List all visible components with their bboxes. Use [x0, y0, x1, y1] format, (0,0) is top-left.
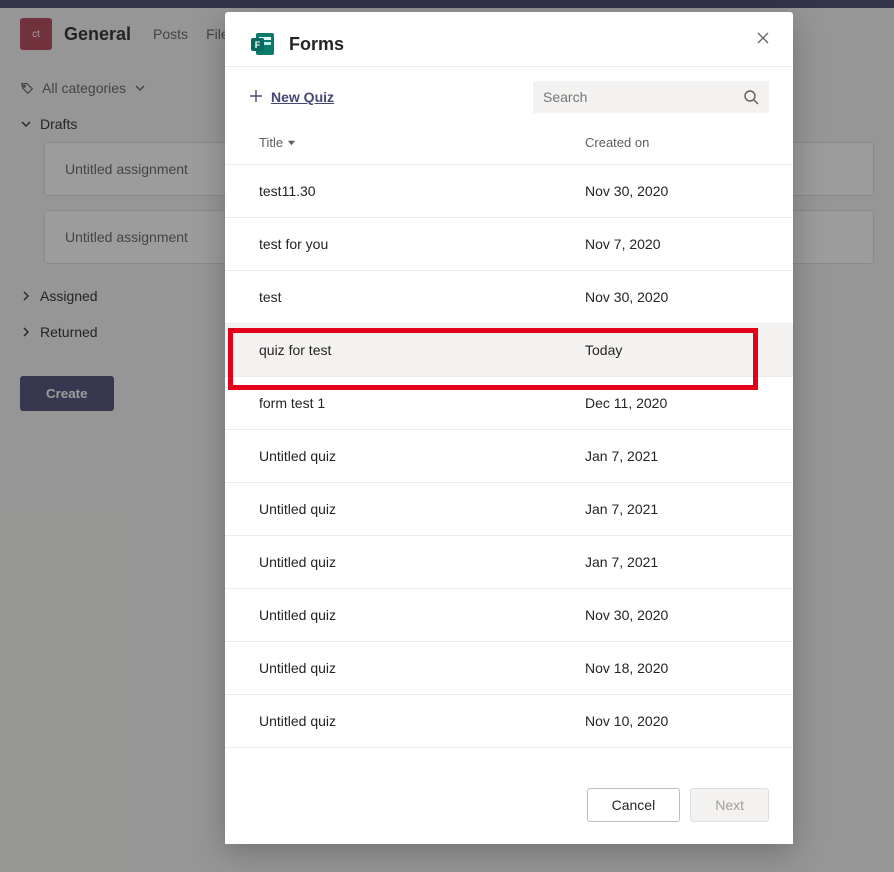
- column-header-title[interactable]: Title: [259, 135, 585, 150]
- modal-header: F Forms: [225, 12, 793, 67]
- cancel-button[interactable]: Cancel: [587, 788, 681, 822]
- form-row[interactable]: Untitled quizNov 30, 2020: [225, 589, 793, 642]
- form-row-title: Untitled quiz: [259, 660, 585, 676]
- form-row[interactable]: test for youNov 7, 2020: [225, 218, 793, 271]
- form-row-title: test for you: [259, 236, 585, 252]
- form-row-created: Nov 7, 2020: [585, 236, 661, 252]
- modal-toolbar: New Quiz: [225, 67, 793, 121]
- form-row-created: Nov 30, 2020: [585, 183, 668, 199]
- form-row-created: Nov 30, 2020: [585, 607, 668, 623]
- form-row-created: Jan 7, 2021: [585, 554, 658, 570]
- new-quiz-link[interactable]: New Quiz: [249, 89, 334, 106]
- form-row-title: Untitled quiz: [259, 448, 585, 464]
- forms-icon: F: [249, 30, 277, 58]
- form-row[interactable]: Untitled quizNov 18, 2020: [225, 642, 793, 695]
- form-row-created: Dec 11, 2020: [585, 395, 667, 411]
- form-row-title: Untitled quiz: [259, 501, 585, 517]
- sort-desc-icon: [287, 135, 296, 150]
- modal-footer: Cancel Next: [225, 774, 793, 844]
- search-icon: [743, 89, 759, 105]
- forms-list[interactable]: test11.30Nov 30, 2020test for youNov 7, …: [225, 165, 793, 774]
- form-row-title: form test 1: [259, 395, 585, 411]
- form-row[interactable]: Untitled quizJan 7, 2021: [225, 483, 793, 536]
- new-quiz-label: New Quiz: [271, 89, 334, 105]
- search-input[interactable]: [533, 81, 769, 113]
- form-row[interactable]: quiz for testToday: [225, 324, 793, 377]
- next-button[interactable]: Next: [690, 788, 769, 822]
- modal-title: Forms: [289, 34, 344, 55]
- svg-text:F: F: [255, 40, 261, 50]
- form-row[interactable]: Untitled quizJan 7, 2021: [225, 430, 793, 483]
- plus-icon: [249, 89, 263, 106]
- form-row-title: quiz for test: [259, 342, 585, 358]
- form-row-created: Nov 10, 2020: [585, 713, 668, 729]
- form-row-title: Untitled quiz: [259, 554, 585, 570]
- column-title-label: Title: [259, 135, 283, 150]
- form-row[interactable]: test11.30Nov 30, 2020: [225, 165, 793, 218]
- form-row-title: Untitled quiz: [259, 713, 585, 729]
- form-row-title: Untitled quiz: [259, 607, 585, 623]
- form-row[interactable]: form test 1Dec 11, 2020: [225, 377, 793, 430]
- list-header: Title Created on: [225, 121, 793, 165]
- form-row-created: Jan 7, 2021: [585, 501, 658, 517]
- form-row-title: test11.30: [259, 183, 585, 199]
- form-row[interactable]: Untitled quizNov 10, 2020: [225, 695, 793, 748]
- app-topbar: [0, 0, 894, 8]
- close-button[interactable]: [751, 26, 775, 50]
- search-box: [533, 81, 769, 113]
- forms-modal: F Forms New Quiz Title C: [225, 12, 793, 844]
- form-row-created: Today: [585, 342, 622, 358]
- form-row-title: test: [259, 289, 585, 305]
- form-row[interactable]: testNov 30, 2020: [225, 271, 793, 324]
- form-row-created: Jan 7, 2021: [585, 448, 658, 464]
- form-row-created: Nov 18, 2020: [585, 660, 668, 676]
- column-header-created[interactable]: Created on: [585, 135, 649, 150]
- form-row-created: Nov 30, 2020: [585, 289, 668, 305]
- form-row[interactable]: Untitled quizJan 7, 2021: [225, 536, 793, 589]
